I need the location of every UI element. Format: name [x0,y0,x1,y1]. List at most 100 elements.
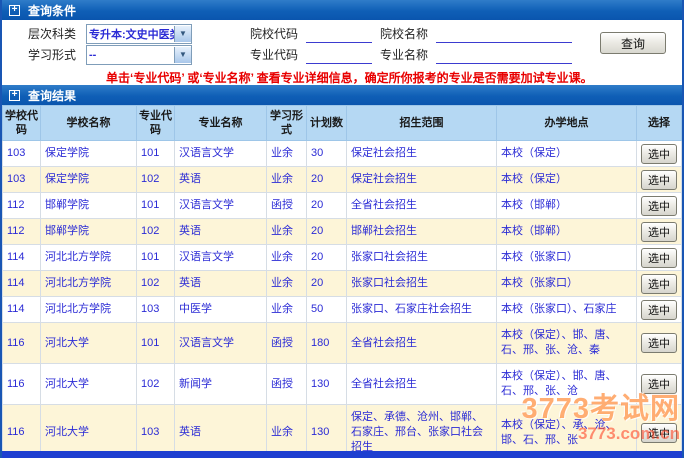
college-code-label: 院校代码 [250,25,306,42]
location-cell: 本校（保定） [497,141,637,167]
major-name-cell[interactable]: 汉语言文学 [175,245,267,271]
school-name-cell: 保定学院 [41,167,137,193]
major-name-cell[interactable]: 英语 [175,219,267,245]
enroll-scope-cell: 保定社会招生 [347,167,497,193]
table-row: 116 河北大学 103 英语 业余 130 保定、承德、沧州、邯郸、石家庄、邢… [3,405,682,458]
major-code-cell[interactable]: 101 [137,141,175,167]
major-code-cell[interactable]: 102 [137,364,175,405]
college-name-input[interactable] [436,25,572,43]
major-name-cell[interactable]: 中医学 [175,297,267,323]
level-category-value: 专升本:文史中医类 [87,26,174,42]
study-form-value: -- [87,49,174,61]
major-code-cell[interactable]: 102 [137,271,175,297]
major-code-cell[interactable]: 102 [137,167,175,193]
major-code-cell[interactable]: 103 [137,297,175,323]
school-code-cell: 114 [3,271,41,297]
enroll-scope-cell: 全省社会招生 [347,364,497,405]
select-cell: 选中 [637,141,682,167]
major-name-cell[interactable]: 英语 [175,167,267,193]
select-button[interactable]: 选中 [641,374,677,394]
table-row: 103 保定学院 101 汉语言文学 业余 30 保定社会招生 本校（保定） 选… [3,141,682,167]
study-form-label: 学习形式 [28,46,86,63]
select-cell: 选中 [637,245,682,271]
school-name-cell: 邯郸学院 [41,219,137,245]
chevron-down-icon: ▼ [174,47,191,63]
major-name-label: 专业名称 [380,46,436,63]
location-cell: 本校（张家口）、石家庄 [497,297,637,323]
major-name-cell[interactable]: 新闻学 [175,364,267,405]
level-category-select[interactable]: 专升本:文史中医类 ▼ [86,24,192,44]
table-row: 114 河北北方学院 102 英语 业余 20 张家口社会招生 本校（张家口） … [3,271,682,297]
select-button[interactable]: 选中 [641,300,677,320]
study-form-select[interactable]: -- ▼ [86,45,192,65]
major-name-cell[interactable]: 汉语言文学 [175,323,267,364]
select-button[interactable]: 选中 [641,144,677,164]
enroll-scope-cell: 张家口社会招生 [347,271,497,297]
select-cell: 选中 [637,364,682,405]
collapse-icon[interactable]: + [9,90,20,101]
select-button[interactable]: 选中 [641,333,677,353]
query-form: 层次科类 专升本:文史中医类 ▼ 院校代码 院校名称 学习形式 -- ▼ 专业代… [2,20,682,69]
select-button[interactable]: 选中 [641,222,677,242]
location-cell: 本校（邯郸） [497,219,637,245]
plan-count-cell: 130 [307,405,347,458]
location-cell: 本校（张家口） [497,271,637,297]
school-code-cell: 116 [3,364,41,405]
select-button[interactable]: 选中 [641,423,677,443]
query-results-header: + 查询结果 [2,85,682,105]
major-name-input[interactable] [436,46,572,64]
major-code-input[interactable] [306,46,372,64]
search-button[interactable]: 查询 [600,32,666,54]
plan-count-cell: 180 [307,323,347,364]
study-form-cell: 业余 [267,297,307,323]
query-conditions-title: 查询条件 [28,2,76,19]
table-row: 116 河北大学 102 新闻学 函授 130 全省社会招生 本校（保定）、邯、… [3,364,682,405]
col-major-name: 专业名称 [175,106,267,141]
major-name-cell[interactable]: 汉语言文学 [175,141,267,167]
college-code-input[interactable] [306,25,372,43]
major-code-cell[interactable]: 101 [137,323,175,364]
select-cell: 选中 [637,271,682,297]
col-school-code: 学校代码 [3,106,41,141]
col-select: 选择 [637,106,682,141]
location-cell: 本校（保定）、邯、唐、石、邢、张、沧 [497,364,637,405]
location-cell: 本校（张家口） [497,245,637,271]
select-button[interactable]: 选中 [641,170,677,190]
col-major-code: 专业代码 [137,106,175,141]
table-row: 112 邯郸学院 101 汉语言文学 函授 20 全省社会招生 本校（邯郸） 选… [3,193,682,219]
col-plan-count: 计划数 [307,106,347,141]
select-button[interactable]: 选中 [641,248,677,268]
chevron-down-icon: ▼ [174,26,191,42]
query-conditions-header: + 查询条件 [2,0,682,20]
school-name-cell: 河北大学 [41,323,137,364]
major-code-cell[interactable]: 101 [137,245,175,271]
school-name-cell: 保定学院 [41,141,137,167]
plan-count-cell: 30 [307,141,347,167]
results-table: 学校代码 学校名称 专业代码 专业名称 学习形式 计划数 招生范围 办学地点 选… [2,105,682,458]
school-name-cell: 邯郸学院 [41,193,137,219]
table-row: 112 邯郸学院 102 英语 业余 20 邯郸社会招生 本校（邯郸） 选中 [3,219,682,245]
major-code-cell[interactable]: 101 [137,193,175,219]
select-cell: 选中 [637,323,682,364]
plan-count-cell: 20 [307,271,347,297]
select-cell: 选中 [637,297,682,323]
select-cell: 选中 [637,193,682,219]
select-cell: 选中 [637,167,682,193]
major-code-cell[interactable]: 103 [137,405,175,458]
notice-text: 单击‘专业代码’ 或‘专业名称’ 查看专业详细信息，确定所你报考的专业是否需要加… [2,69,682,85]
major-name-cell[interactable]: 英语 [175,271,267,297]
results-table-body: 103 保定学院 101 汉语言文学 业余 30 保定社会招生 本校（保定） 选… [3,141,682,458]
major-name-cell[interactable]: 汉语言文学 [175,193,267,219]
major-name-cell[interactable]: 英语 [175,405,267,458]
form-row-2: 学习形式 -- ▼ 专业代码 专业名称 [2,44,682,65]
app-window: + 查询条件 层次科类 专升本:文史中医类 ▼ 院校代码 院校名称 学习形式 -… [0,0,684,458]
major-code-cell[interactable]: 102 [137,219,175,245]
school-code-cell: 112 [3,219,41,245]
collapse-icon[interactable]: + [9,5,20,16]
col-enroll-scope: 招生范围 [347,106,497,141]
select-button[interactable]: 选中 [641,274,677,294]
select-button[interactable]: 选中 [641,196,677,216]
school-name-cell: 河北大学 [41,405,137,458]
table-row: 114 河北北方学院 103 中医学 业余 50 张家口、石家庄社会招生 本校（… [3,297,682,323]
col-school-name: 学校名称 [41,106,137,141]
